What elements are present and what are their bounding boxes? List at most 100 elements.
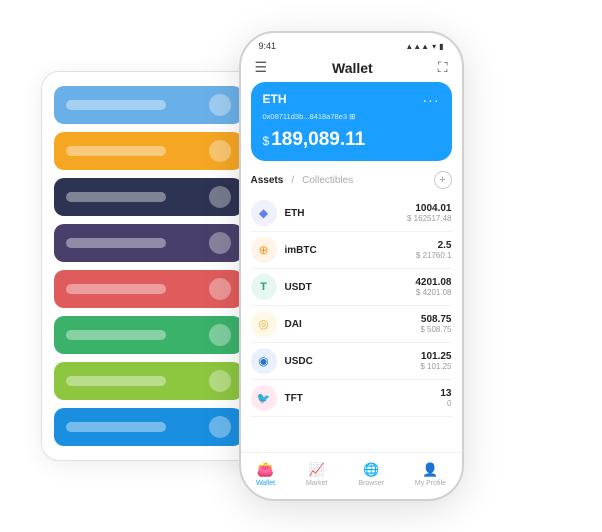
assets-tabs: Assets / Collectibles	[251, 175, 354, 186]
nav-browser[interactable]: 🌐 Browser	[358, 462, 384, 487]
market-nav-label: Market	[306, 480, 327, 487]
dai-asset-usd: $ 508.75	[420, 325, 451, 334]
usdt-asset-values: 4201.08 $ 4201.08	[415, 277, 451, 297]
tft-asset-amount: 13	[440, 388, 451, 399]
page-title: Wallet	[332, 60, 373, 76]
asset-row-imbtc[interactable]: ⊕ imBTC 2.5 $ 21760.1	[251, 232, 452, 269]
imbtc-asset-amount: 2.5	[416, 240, 452, 251]
status-icons: ▲▲▲ ▾ ▮	[405, 42, 443, 51]
eth-asset-usd: $ 162517.48	[407, 214, 452, 223]
scene: 9:41 ▲▲▲ ▾ ▮ ☰ Wallet ⛶ ETH ··· 0x08711d…	[11, 11, 591, 521]
usdc-asset-icon: ◉	[251, 348, 277, 374]
asset-list: ◆ ETH 1004.01 $ 162517.48 ⊕ imBTC 2.5	[251, 195, 452, 452]
bg-row-icon-8	[209, 416, 231, 438]
asset-row-usdt[interactable]: T USDT 4201.08 $ 4201.08	[251, 269, 452, 306]
bg-row-icon-5	[209, 278, 231, 300]
add-icon: +	[439, 174, 445, 186]
expand-icon[interactable]: ⛶	[438, 59, 448, 76]
tft-icon-symbol: 🐦	[257, 392, 271, 405]
phone-body: ETH ··· 0x08711d3b...8418a78e3 ⊞ $189,08…	[241, 82, 462, 452]
battery-icon: ▮	[439, 42, 443, 51]
tft-asset-name: TFT	[285, 393, 441, 404]
eth-card[interactable]: ETH ··· 0x08711d3b...8418a78e3 ⊞ $189,08…	[251, 82, 452, 161]
bg-row-text-4	[66, 238, 166, 248]
nav-market[interactable]: 📈 Market	[306, 462, 327, 487]
tft-asset-icon: 🐦	[251, 385, 277, 411]
tab-assets[interactable]: Assets	[251, 175, 284, 186]
usdc-asset-name: USDC	[285, 356, 421, 367]
usdt-icon-symbol: T	[260, 281, 267, 293]
signal-icon: ▲▲▲	[405, 42, 429, 51]
asset-row-tft[interactable]: 🐦 TFT 13 0	[251, 380, 452, 417]
bg-row-1	[54, 86, 243, 124]
bg-row-text-2	[66, 146, 166, 156]
eth-label: ETH	[263, 92, 287, 106]
bg-row-7	[54, 362, 243, 400]
bg-row-2	[54, 132, 243, 170]
dai-asset-icon: ◎	[251, 311, 277, 337]
eth-asset-values: 1004.01 $ 162517.48	[407, 203, 452, 223]
status-bar: 9:41 ▲▲▲ ▾ ▮	[241, 33, 462, 55]
profile-nav-icon: 👤	[422, 462, 438, 478]
usdt-asset-icon: T	[251, 274, 277, 300]
eth-balance: $189,089.11	[263, 129, 440, 151]
dai-asset-name: DAI	[285, 319, 421, 330]
bg-row-3	[54, 178, 243, 216]
bg-row-icon-3	[209, 186, 231, 208]
bg-row-4	[54, 224, 243, 262]
bg-row-5	[54, 270, 243, 308]
imbtc-asset-usd: $ 21760.1	[416, 251, 452, 260]
tft-asset-values: 13 0	[440, 388, 451, 408]
imbtc-asset-name: imBTC	[285, 245, 416, 256]
status-time: 9:41	[259, 41, 277, 51]
usdt-asset-amount: 4201.08	[415, 277, 451, 288]
phone-header: ☰ Wallet ⛶	[241, 55, 462, 82]
wallet-nav-label: Wallet	[256, 480, 275, 487]
nav-wallet[interactable]: 👛 Wallet	[256, 461, 275, 487]
bg-row-8	[54, 408, 243, 446]
eth-currency-symbol: $	[263, 134, 270, 148]
usdc-asset-values: 101.25 $ 101.25	[420, 351, 451, 371]
dai-asset-values: 508.75 $ 508.75	[420, 314, 451, 334]
tft-asset-usd: 0	[440, 399, 451, 408]
wallet-nav-icon: 👛	[257, 461, 274, 478]
bg-row-text-3	[66, 192, 166, 202]
usdt-asset-name: USDT	[285, 282, 416, 293]
nav-profile[interactable]: 👤 My Profile	[415, 462, 446, 487]
bg-row-icon-6	[209, 324, 231, 346]
bg-row-text-5	[66, 284, 166, 294]
browser-nav-label: Browser	[358, 480, 384, 487]
menu-icon[interactable]: ☰	[255, 59, 268, 76]
asset-row-eth[interactable]: ◆ ETH 1004.01 $ 162517.48	[251, 195, 452, 232]
eth-asset-name: ETH	[285, 208, 408, 219]
add-asset-button[interactable]: +	[434, 171, 452, 189]
assets-header: Assets / Collectibles +	[251, 171, 452, 189]
usdc-icon-symbol: ◉	[258, 354, 268, 368]
tab-collectibles[interactable]: Collectibles	[302, 175, 353, 186]
phone: 9:41 ▲▲▲ ▾ ▮ ☰ Wallet ⛶ ETH ··· 0x08711d…	[239, 31, 464, 501]
bg-row-text-6	[66, 330, 166, 340]
bg-row-icon-1	[209, 94, 231, 116]
eth-asset-icon: ◆	[251, 200, 277, 226]
imbtc-icon-symbol: ⊕	[258, 243, 268, 257]
eth-amount-value: 189,089.11	[271, 129, 365, 150]
usdt-asset-usd: $ 4201.08	[415, 288, 451, 297]
usdc-asset-amount: 101.25	[420, 351, 451, 362]
eth-card-top: ETH ···	[263, 92, 440, 108]
tab-separator: /	[291, 175, 294, 186]
bg-row-text-8	[66, 422, 166, 432]
eth-icon-symbol: ◆	[259, 206, 268, 220]
eth-address: 0x08711d3b...8418a78e3 ⊞	[263, 112, 440, 121]
eth-asset-amount: 1004.01	[407, 203, 452, 214]
asset-row-dai[interactable]: ◎ DAI 508.75 $ 508.75	[251, 306, 452, 343]
bg-row-text-1	[66, 100, 166, 110]
wifi-icon: ▾	[432, 42, 436, 51]
imbtc-asset-values: 2.5 $ 21760.1	[416, 240, 452, 260]
eth-menu-dots[interactable]: ···	[423, 92, 440, 108]
market-nav-icon: 📈	[309, 462, 325, 478]
asset-row-usdc[interactable]: ◉ USDC 101.25 $ 101.25	[251, 343, 452, 380]
bg-row-6	[54, 316, 243, 354]
usdc-asset-usd: $ 101.25	[420, 362, 451, 371]
bg-row-icon-7	[209, 370, 231, 392]
imbtc-asset-icon: ⊕	[251, 237, 277, 263]
